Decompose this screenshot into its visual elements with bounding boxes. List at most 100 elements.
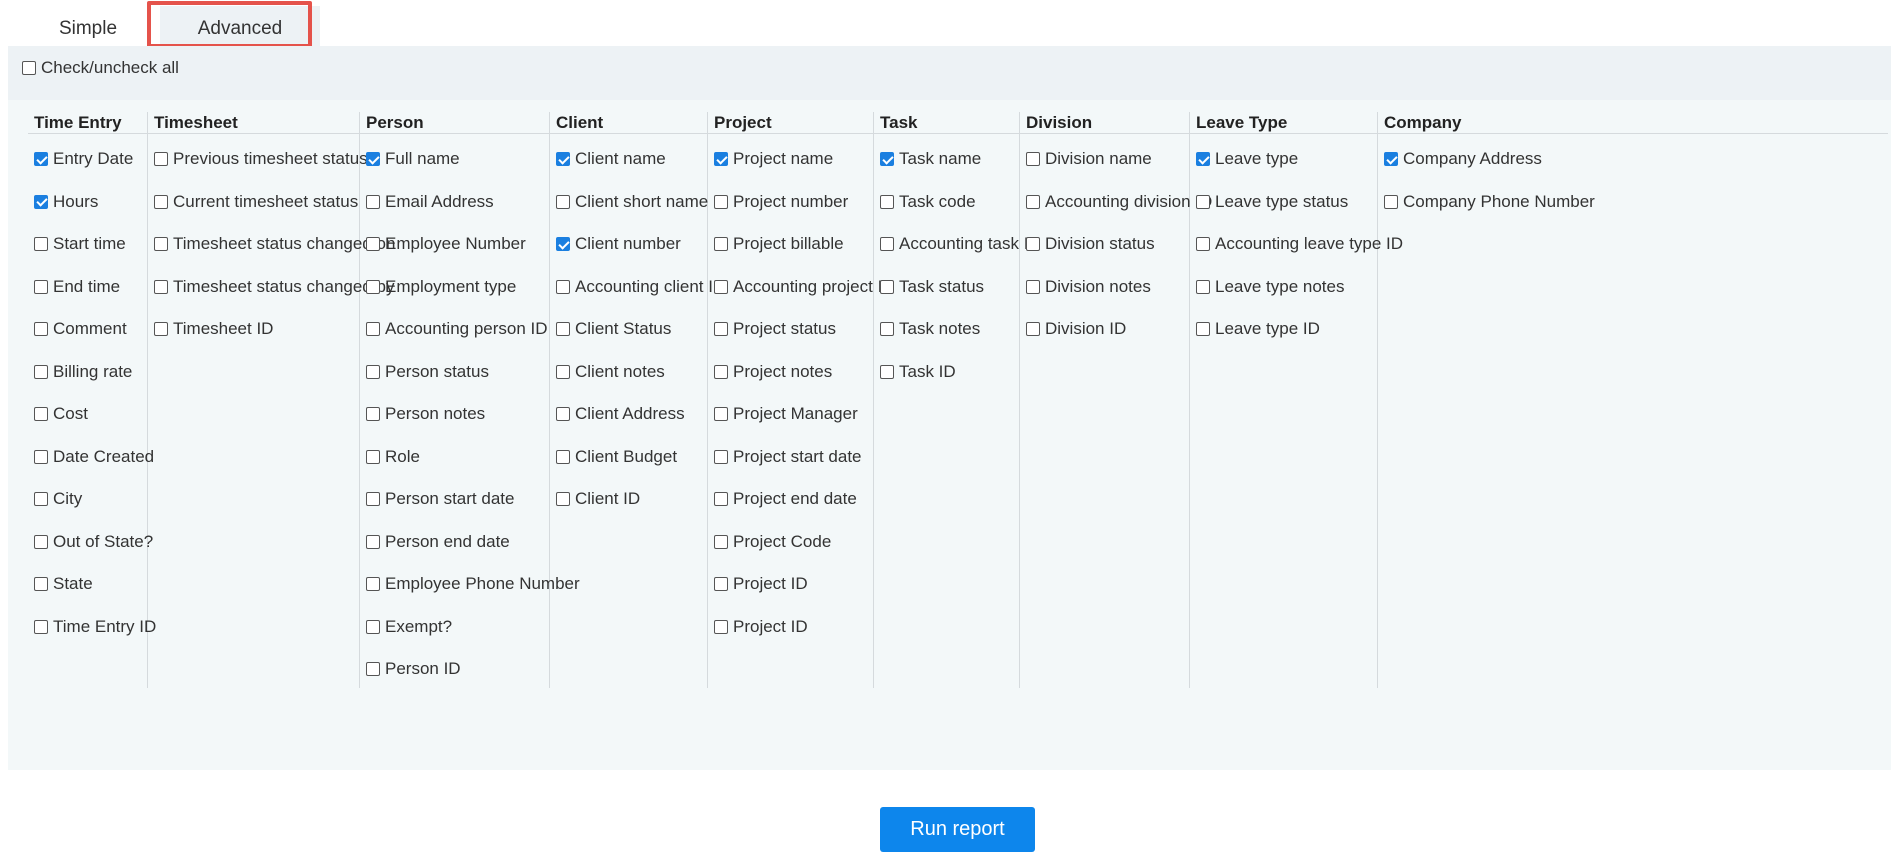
unchecked-checkbox[interactable] <box>34 577 48 592</box>
unchecked-checkbox[interactable] <box>154 152 168 167</box>
unchecked-checkbox[interactable] <box>154 279 168 294</box>
field-option[interactable]: Employee Number <box>360 223 549 266</box>
field-option[interactable]: Accounting project ID <box>708 266 895 309</box>
field-option[interactable]: Timesheet status changed by <box>148 266 394 309</box>
field-option[interactable]: Billing rate <box>28 351 147 394</box>
field-option[interactable]: Person notes <box>360 393 549 436</box>
field-option[interactable]: Person status <box>360 351 549 394</box>
field-option[interactable]: Project end date <box>708 478 873 521</box>
field-option[interactable]: Division status <box>1020 223 1189 266</box>
field-option[interactable]: Client short name <box>550 181 708 224</box>
field-option[interactable]: Entry Date <box>28 138 147 181</box>
unchecked-checkbox[interactable] <box>1026 237 1040 252</box>
field-option[interactable]: Client Status <box>550 308 707 351</box>
field-option[interactable]: Task name <box>874 138 1019 181</box>
unchecked-checkbox[interactable] <box>556 322 570 337</box>
field-option[interactable]: Division ID <box>1020 308 1189 351</box>
checked-checkbox[interactable] <box>880 152 894 167</box>
unchecked-checkbox[interactable] <box>556 364 570 379</box>
field-option[interactable]: Cost <box>28 393 147 436</box>
unchecked-checkbox[interactable] <box>1026 194 1040 209</box>
field-option[interactable]: Current timesheet status <box>148 181 359 224</box>
unchecked-checkbox[interactable] <box>556 194 570 209</box>
unchecked-checkbox[interactable] <box>714 534 728 549</box>
unchecked-checkbox[interactable] <box>880 279 894 294</box>
unchecked-checkbox[interactable] <box>34 534 48 549</box>
field-option[interactable]: Leave type notes <box>1190 266 1377 309</box>
unchecked-checkbox[interactable] <box>366 662 380 677</box>
unchecked-checkbox[interactable] <box>1196 279 1210 294</box>
field-option[interactable]: Timesheet ID <box>148 308 359 351</box>
field-option[interactable]: Project status <box>708 308 873 351</box>
checked-checkbox[interactable] <box>34 152 48 167</box>
unchecked-checkbox[interactable] <box>714 237 728 252</box>
checked-checkbox[interactable] <box>556 237 570 252</box>
unchecked-checkbox[interactable] <box>366 237 380 252</box>
field-option[interactable]: Person ID <box>360 648 549 691</box>
unchecked-checkbox[interactable] <box>34 322 48 337</box>
unchecked-checkbox[interactable] <box>1026 279 1040 294</box>
unchecked-checkbox[interactable] <box>34 407 48 422</box>
unchecked-checkbox[interactable] <box>1196 194 1210 209</box>
field-option[interactable]: Task status <box>874 266 1019 309</box>
unchecked-checkbox[interactable] <box>34 279 48 294</box>
field-option[interactable]: Client notes <box>550 351 707 394</box>
unchecked-checkbox[interactable] <box>366 279 380 294</box>
field-option[interactable]: Time Entry ID <box>28 606 156 649</box>
field-option[interactable]: Project Manager <box>708 393 873 436</box>
unchecked-checkbox[interactable] <box>366 407 380 422</box>
field-option[interactable]: Accounting task ID <box>874 223 1041 266</box>
field-option[interactable]: Date Created <box>28 436 154 479</box>
unchecked-checkbox[interactable] <box>154 194 168 209</box>
field-option[interactable]: Project name <box>708 138 873 181</box>
field-option[interactable]: Client Address <box>550 393 707 436</box>
unchecked-checkbox[interactable] <box>366 449 380 464</box>
check-all-toggle[interactable]: Check/uncheck all <box>22 58 179 78</box>
field-option[interactable]: Division name <box>1020 138 1189 181</box>
checked-checkbox[interactable] <box>1196 152 1210 167</box>
unchecked-checkbox[interactable] <box>714 619 728 634</box>
field-option[interactable]: Hours <box>28 181 147 224</box>
unchecked-checkbox[interactable] <box>366 534 380 549</box>
field-option[interactable]: Client Budget <box>550 436 707 479</box>
check-all-checkbox[interactable] <box>22 61 36 75</box>
checked-checkbox[interactable] <box>34 194 48 209</box>
unchecked-checkbox[interactable] <box>556 492 570 507</box>
field-option[interactable]: Accounting client ID <box>550 266 725 309</box>
field-option[interactable]: Exempt? <box>360 606 549 649</box>
tab-simple[interactable]: Simple <box>22 6 154 46</box>
field-option[interactable]: Project Code <box>708 521 873 564</box>
field-option[interactable]: Task ID <box>874 351 1019 394</box>
field-option[interactable]: Project start date <box>708 436 873 479</box>
unchecked-checkbox[interactable] <box>714 279 728 294</box>
unchecked-checkbox[interactable] <box>366 492 380 507</box>
unchecked-checkbox[interactable] <box>1026 152 1040 167</box>
field-option[interactable]: Client name <box>550 138 707 181</box>
unchecked-checkbox[interactable] <box>880 322 894 337</box>
field-option[interactable]: Role <box>360 436 549 479</box>
field-option[interactable]: Person end date <box>360 521 549 564</box>
field-option[interactable]: Accounting leave type ID <box>1190 223 1403 266</box>
field-option[interactable]: Task code <box>874 181 1019 224</box>
unchecked-checkbox[interactable] <box>714 407 728 422</box>
field-option[interactable]: Client number <box>550 223 707 266</box>
unchecked-checkbox[interactable] <box>366 364 380 379</box>
tab-advanced[interactable]: Advanced <box>160 6 320 46</box>
unchecked-checkbox[interactable] <box>556 279 570 294</box>
unchecked-checkbox[interactable] <box>1196 322 1210 337</box>
checked-checkbox[interactable] <box>366 152 380 167</box>
unchecked-checkbox[interactable] <box>154 237 168 252</box>
field-option[interactable]: End time <box>28 266 147 309</box>
unchecked-checkbox[interactable] <box>34 364 48 379</box>
unchecked-checkbox[interactable] <box>34 237 48 252</box>
field-option[interactable]: Company Phone Number <box>1378 181 1888 224</box>
unchecked-checkbox[interactable] <box>1196 237 1210 252</box>
field-option[interactable]: Email Address <box>360 181 549 224</box>
field-option[interactable]: Comment <box>28 308 147 351</box>
field-option[interactable]: Previous timesheet status <box>148 138 368 181</box>
unchecked-checkbox[interactable] <box>880 364 894 379</box>
field-option[interactable]: Project number <box>708 181 873 224</box>
unchecked-checkbox[interactable] <box>34 619 48 634</box>
field-option[interactable]: Person start date <box>360 478 549 521</box>
unchecked-checkbox[interactable] <box>556 407 570 422</box>
